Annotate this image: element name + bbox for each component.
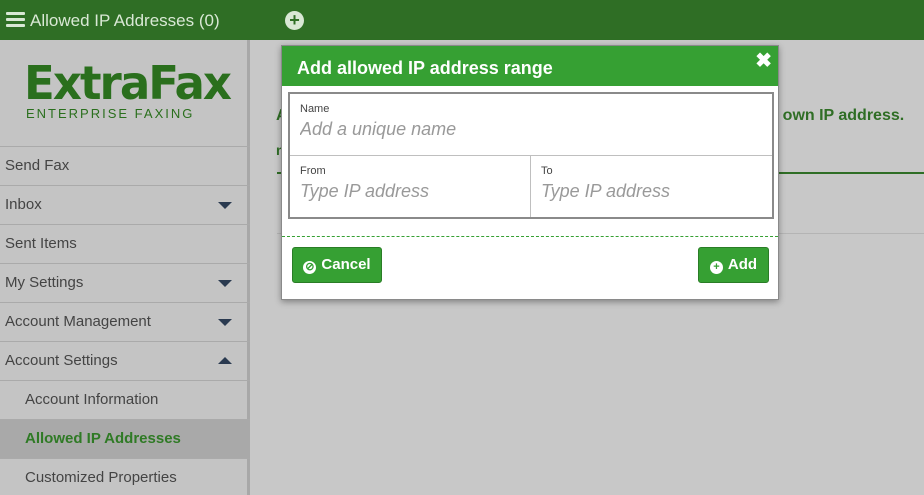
from-ip-input[interactable] <box>300 181 520 202</box>
plus-circle-icon: + <box>709 261 723 274</box>
add-label: Add <box>727 256 758 273</box>
ip-range-form: Name From To <box>288 92 774 219</box>
sidebar-item-label: Account Management <box>5 313 151 330</box>
sidebar-item-customized-properties[interactable]: Customized Properties <box>0 458 250 495</box>
sidebar-item-label: Allowed IP Addresses <box>25 430 181 447</box>
page-title: Allowed IP Addresses (0) <box>30 11 220 30</box>
sidebar-item-account-information[interactable]: Account Information <box>0 380 250 419</box>
ban-icon: ⊘ <box>303 261 317 274</box>
to-field: To <box>531 156 772 217</box>
chevron-down-icon[interactable] <box>218 202 232 209</box>
extrafax-logo: ExtraFax ENTERPRISE FAXING <box>24 56 232 128</box>
sidebar-item-label: My Settings <box>5 274 84 291</box>
background-text-fragment: r own IP address. <box>772 107 905 124</box>
sidebar-item-label: Account Settings <box>5 352 118 369</box>
add-button[interactable]: + Add <box>698 247 769 283</box>
close-icon[interactable]: ✖ <box>755 48 772 73</box>
to-ip-input[interactable] <box>541 181 761 202</box>
from-label: From <box>300 165 326 177</box>
chevron-down-icon[interactable] <box>218 319 232 326</box>
logo-wordmark: ExtraFax <box>24 56 232 110</box>
sidebar-nav: Send Fax Inbox Sent Items My Settings Ac… <box>0 146 250 495</box>
sidebar-item-label: Customized Properties <box>25 469 177 486</box>
sidebar-item-sent-items[interactable]: Sent Items <box>0 224 250 263</box>
name-field: Name <box>290 94 772 156</box>
hamburger-icon[interactable] <box>6 12 25 28</box>
sidebar-item-label: Inbox <box>5 196 42 213</box>
sidebar-item-inbox[interactable]: Inbox <box>0 185 250 224</box>
sidebar: ExtraFax ENTERPRISE FAXING Send Fax Inbo… <box>0 40 250 495</box>
sidebar-item-account-management[interactable]: Account Management <box>0 302 250 341</box>
plus-circle-icon[interactable]: + <box>285 11 304 30</box>
chevron-up-icon[interactable] <box>218 357 232 364</box>
sidebar-item-label: Send Fax <box>5 157 70 174</box>
sidebar-item-allowed-ip-addresses[interactable]: Allowed IP Addresses <box>0 419 250 458</box>
name-label: Name <box>300 103 330 115</box>
name-input[interactable] <box>300 119 760 140</box>
sidebar-item-my-settings[interactable]: My Settings <box>0 263 250 302</box>
chevron-down-icon[interactable] <box>218 280 232 287</box>
top-bar: Allowed IP Addresses (0) + <box>0 0 924 40</box>
sidebar-item-label: Sent Items <box>5 235 77 252</box>
add-ip-range-dialog: Add allowed IP address range ✖ Name From… <box>281 45 779 300</box>
dialog-header: Add allowed IP address range ✖ <box>282 46 778 86</box>
cancel-button[interactable]: ⊘ Cancel <box>292 247 382 283</box>
sidebar-item-label: Account Information <box>25 391 159 408</box>
cancel-label: Cancel <box>321 256 371 273</box>
from-field: From <box>290 156 531 217</box>
dialog-title: Add allowed IP address range <box>297 58 553 78</box>
to-label: To <box>541 165 553 177</box>
dialog-divider <box>282 236 778 237</box>
sidebar-item-account-settings[interactable]: Account Settings <box>0 341 250 380</box>
sidebar-item-send-fax[interactable]: Send Fax <box>0 146 250 185</box>
